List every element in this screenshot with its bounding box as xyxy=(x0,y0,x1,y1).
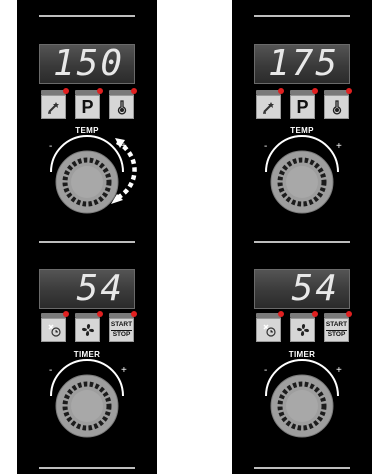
timer-button[interactable] xyxy=(41,311,69,342)
thermometer-probe-icon xyxy=(117,100,126,115)
preset-p-icon: P xyxy=(296,96,309,117)
indicator-led xyxy=(63,88,69,94)
preset-button[interactable]: P xyxy=(75,88,103,119)
fan-button[interactable] xyxy=(75,311,103,342)
plus-label: + xyxy=(336,141,342,152)
indicator-led xyxy=(346,88,352,94)
indicator-led xyxy=(97,311,103,317)
temperature-display: 150 xyxy=(39,44,135,84)
minus-label: - xyxy=(49,141,52,152)
wand-icon xyxy=(47,102,59,114)
temperature-value: 150 xyxy=(52,43,124,84)
wand-button[interactable] xyxy=(256,88,284,119)
start-stop-icon: START STOP xyxy=(110,320,133,339)
indicator-led xyxy=(278,88,284,94)
oven-control-panel-right: 175 P TEMP - + 54 START STOP TIMER - + xyxy=(232,0,372,474)
timer-icon xyxy=(262,324,276,337)
indicator-led xyxy=(63,311,69,317)
preset-button[interactable]: P xyxy=(290,88,318,119)
probe-button[interactable] xyxy=(109,88,137,119)
start-stop-icon: START STOP xyxy=(325,320,348,339)
divider xyxy=(39,467,135,469)
divider xyxy=(254,241,350,243)
timer-display: 54 xyxy=(254,269,350,309)
start-label: START xyxy=(325,320,348,328)
start-stop-button[interactable]: START STOP xyxy=(324,311,352,342)
timer-button[interactable] xyxy=(256,311,284,342)
minus-label: - xyxy=(264,141,267,152)
preset-p-icon: P xyxy=(81,96,94,117)
indicator-led xyxy=(312,88,318,94)
probe-button[interactable] xyxy=(324,88,352,119)
timer-value: 54 xyxy=(291,268,339,309)
indicator-led xyxy=(131,311,137,317)
wand-button[interactable] xyxy=(41,88,69,119)
timer-button-row: START STOP xyxy=(41,311,137,342)
temperature-display: 175 xyxy=(254,44,350,84)
wand-icon xyxy=(262,102,274,114)
timer-value: 54 xyxy=(76,268,124,309)
start-label: START xyxy=(110,320,133,328)
indicator-led xyxy=(312,311,318,317)
divider xyxy=(39,241,135,243)
fan-icon xyxy=(296,324,309,336)
divider xyxy=(254,15,350,17)
minus-label: - xyxy=(49,365,52,376)
temperature-button-row: P xyxy=(256,88,352,119)
indicator-led xyxy=(97,88,103,94)
fan-button[interactable] xyxy=(290,311,318,342)
indicator-led xyxy=(346,311,352,317)
fan-icon xyxy=(81,324,94,336)
plus-label: + xyxy=(121,365,127,376)
temperature-button-row: P xyxy=(41,88,137,119)
indicator-led xyxy=(278,311,284,317)
rotate-clockwise-arrow-icon xyxy=(111,138,137,204)
indicator-led xyxy=(131,88,137,94)
start-stop-button[interactable]: START STOP xyxy=(109,311,137,342)
stop-label: STOP xyxy=(327,330,346,338)
timer-button-row: START STOP xyxy=(256,311,352,342)
timer-display: 54 xyxy=(39,269,135,309)
temperature-knob[interactable]: - + xyxy=(256,132,348,224)
stop-label: STOP xyxy=(112,330,131,338)
timer-icon xyxy=(47,324,61,337)
timer-knob[interactable]: - + xyxy=(41,356,133,448)
divider xyxy=(254,467,350,469)
divider xyxy=(39,15,135,17)
oven-control-panel-left: 150 P TEMP - + 54 START STOP TIMER - + xyxy=(17,0,157,474)
temperature-value: 175 xyxy=(267,43,339,84)
plus-label: + xyxy=(336,365,342,376)
minus-label: - xyxy=(264,365,267,376)
thermometer-probe-icon xyxy=(332,100,341,115)
timer-knob[interactable]: - + xyxy=(256,356,348,448)
